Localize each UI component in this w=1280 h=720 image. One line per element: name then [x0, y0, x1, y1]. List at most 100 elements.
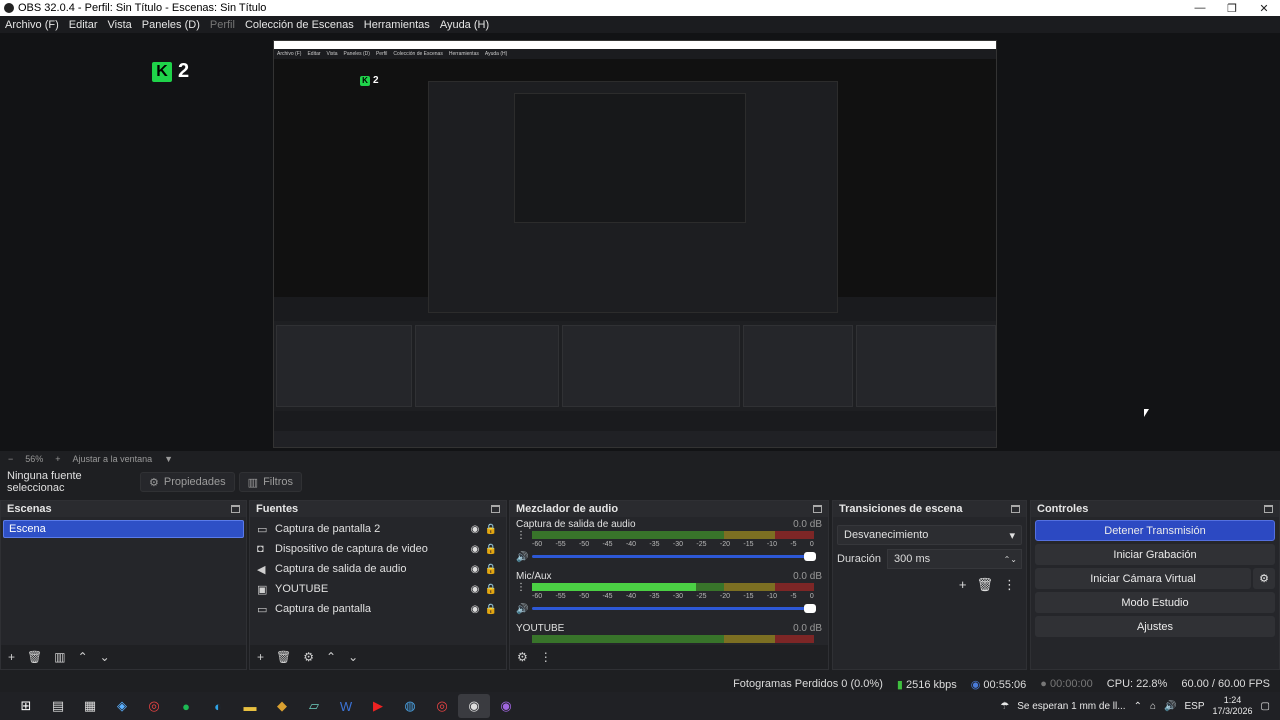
close-button[interactable]: ✕ — [1248, 2, 1280, 15]
add-icon[interactable]: + — [959, 577, 967, 593]
menu-coleccion[interactable]: Colección de Escenas — [240, 19, 359, 31]
more-options-icon[interactable]: ⋮ — [516, 530, 526, 541]
menu-herramientas[interactable]: Herramientas — [359, 19, 435, 31]
gear-icon[interactable]: ⚙ — [303, 650, 314, 664]
move-down-icon[interactable]: ⌄ — [100, 650, 110, 664]
zoom-in-button[interactable]: + — [55, 454, 60, 464]
lang[interactable]: ESP — [1184, 701, 1204, 712]
weather-text[interactable]: Se esperan 1 mm de ll... — [1017, 701, 1125, 712]
broadcast-icon: ◉ — [970, 678, 981, 691]
scene-item[interactable]: Escena — [3, 520, 244, 538]
menu-ayuda[interactable]: Ayuda (H) — [435, 19, 494, 31]
chevron-down-icon[interactable]: ▼ — [164, 454, 173, 464]
undock-icon[interactable] — [813, 505, 822, 513]
move-up-icon[interactable]: ⌃ — [326, 650, 336, 664]
more-options-icon[interactable]: ⋮ — [540, 650, 552, 664]
menu-perfil: Perfil — [209, 18, 235, 31]
menu-editar[interactable]: Editar — [64, 19, 103, 31]
lock-icon[interactable]: 🔒 — [483, 584, 499, 595]
trash-icon[interactable]: 🗑 — [276, 650, 291, 664]
chrome-icon[interactable]: ◎ — [138, 694, 170, 718]
start-recording-button[interactable]: Iniciar Grabación — [1035, 544, 1275, 565]
weather-icon[interactable]: ☂ — [1000, 701, 1009, 712]
menu-paneles[interactable]: Paneles (D) — [137, 19, 205, 31]
properties-button[interactable]: ⚙ Propiedades — [140, 472, 235, 492]
zoom-out-button[interactable]: − — [8, 454, 13, 464]
transition-select[interactable]: Desvanecimiento ▾ — [837, 525, 1022, 545]
list-item[interactable]: ▭ Captura de pantalla 2 ◉ 🔒 — [250, 519, 506, 539]
notification-icon[interactable]: ▢ — [1261, 701, 1270, 712]
list-item[interactable]: ▭ Captura de pantalla ◉ 🔒 — [250, 599, 506, 619]
channel-name: YOUTUBE — [516, 623, 565, 634]
volume-icon[interactable]: 🔊 — [1164, 701, 1176, 712]
volume-slider[interactable] — [532, 604, 816, 613]
app-icon[interactable]: ◆ — [266, 694, 298, 718]
more-options-icon[interactable]: ⋮ — [516, 582, 526, 593]
undock-icon[interactable] — [1264, 505, 1273, 513]
chevron-down-icon: ▾ — [1009, 529, 1015, 542]
copilot-icon[interactable]: ◈ — [106, 694, 138, 718]
scale-tick: -15 — [743, 541, 754, 548]
podcast-icon[interactable]: ◉ — [490, 694, 522, 718]
chrome-profile-icon[interactable]: ◎ — [426, 694, 458, 718]
nested-menu-bar: Archivo (F) Editar Vista Paneles (D) Perfil C… — [274, 49, 996, 59]
spin-arrows-icon[interactable]: ⌃⌄ — [1004, 555, 1017, 564]
studio-mode-button[interactable]: Modo Estudio — [1035, 592, 1275, 613]
transition-actions: + 🗑 ⋮ — [833, 569, 1026, 593]
add-icon[interactable]: + — [257, 650, 264, 664]
lock-icon[interactable]: 🔒 — [483, 604, 499, 615]
lock-icon[interactable]: 🔒 — [483, 524, 499, 535]
scale-tick: -10 — [766, 541, 777, 548]
menu-archivo[interactable]: Archivo (F) — [0, 19, 64, 31]
task-view-icon[interactable]: ▤ — [42, 694, 74, 718]
fit-window-label[interactable]: Ajustar a la ventana — [73, 454, 153, 464]
shield-icon[interactable]: ◍ — [394, 694, 426, 718]
list-item[interactable]: ▣ YOUTUBE ◉ 🔒 — [250, 579, 506, 599]
advanced-audio-icon[interactable]: ⚙ — [517, 650, 528, 664]
sources-footer: + 🗑 ⚙ ⌃ ⌄ — [250, 645, 506, 669]
eye-icon[interactable]: ◉ — [467, 544, 483, 555]
eye-icon[interactable]: ◉ — [467, 524, 483, 535]
notepad-icon[interactable]: ▱ — [298, 694, 330, 718]
speaker-icon[interactable]: 🔊 — [516, 604, 528, 615]
more-options-icon[interactable]: ⋮ — [1003, 577, 1016, 593]
filter-icon[interactable]: ▥ — [54, 650, 65, 664]
duration-spinbox[interactable]: 300 ms ⌃⌄ — [887, 549, 1022, 569]
start-icon[interactable]: ⊞ — [10, 694, 42, 718]
calculator-icon[interactable]: ▦ — [74, 694, 106, 718]
edge-icon[interactable]: ◐ — [202, 694, 234, 718]
eye-icon[interactable]: ◉ — [467, 584, 483, 595]
undock-icon[interactable] — [231, 505, 240, 513]
minimize-button[interactable]: — — [1184, 2, 1216, 14]
network-icon[interactable]: ⌂ — [1150, 701, 1156, 712]
undock-icon[interactable] — [1011, 505, 1020, 513]
eye-icon[interactable]: ◉ — [467, 604, 483, 615]
trash-icon[interactable]: 🗑 — [976, 577, 993, 593]
youtube-icon[interactable]: ▶ — [362, 694, 394, 718]
start-virtual-camera-button[interactable]: Iniciar Cámara Virtual — [1035, 568, 1251, 589]
clock[interactable]: 1:24 17/3/2026 — [1213, 695, 1253, 717]
trash-icon[interactable]: 🗑 — [27, 650, 42, 664]
word-icon[interactable]: W — [330, 694, 362, 718]
add-icon[interactable]: + — [8, 650, 15, 664]
menu-vista[interactable]: Vista — [103, 19, 137, 31]
move-up-icon[interactable]: ⌃ — [78, 650, 88, 664]
lock-icon[interactable]: 🔒 — [483, 564, 499, 575]
list-item[interactable]: ◀ Captura de salida de audio ◉ 🔒 — [250, 559, 506, 579]
chevron-up-icon[interactable]: ⌃ — [1134, 701, 1142, 712]
speaker-icon[interactable]: 🔊 — [516, 552, 528, 563]
lock-icon[interactable]: 🔒 — [483, 544, 499, 555]
folder-icon[interactable]: ▬ — [234, 694, 266, 718]
move-down-icon[interactable]: ⌄ — [348, 650, 358, 664]
gear-icon[interactable]: ⚙ — [1253, 568, 1275, 589]
volume-slider[interactable] — [532, 552, 816, 561]
eye-icon[interactable]: ◉ — [467, 564, 483, 575]
list-item[interactable]: ◘ Dispositivo de captura de video ◉ 🔒 — [250, 539, 506, 559]
maximize-button[interactable]: ❐ — [1216, 2, 1248, 15]
settings-button[interactable]: Ajustes — [1035, 616, 1275, 637]
filters-button[interactable]: ▥ Filtros — [238, 472, 303, 492]
obs-icon[interactable]: ◉ — [458, 694, 490, 718]
stop-streaming-button[interactable]: Detener Transmisión — [1035, 520, 1275, 541]
spotify-icon[interactable]: ● — [170, 694, 202, 718]
undock-icon[interactable] — [491, 505, 500, 513]
